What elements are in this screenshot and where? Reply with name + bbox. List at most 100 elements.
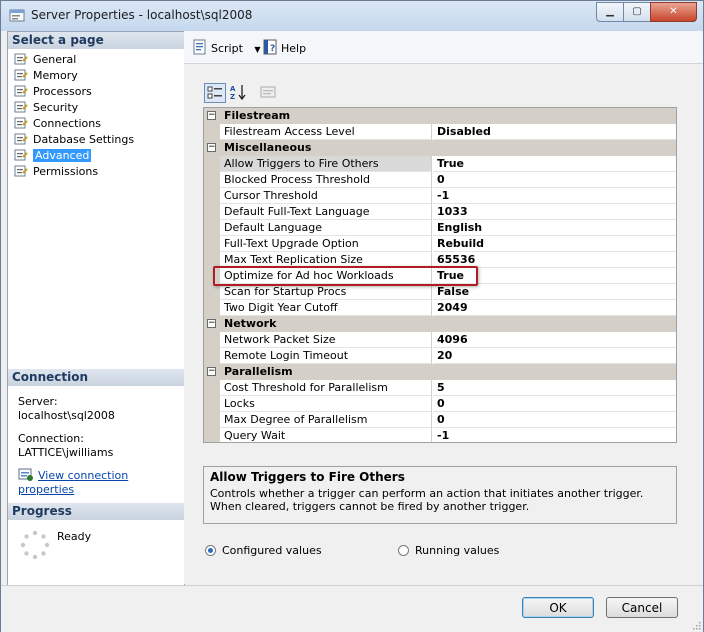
category-label: Filestream: [224, 109, 291, 122]
page-item-connections[interactable]: Connections: [14, 116, 101, 131]
property-value[interactable]: True: [433, 156, 676, 172]
page-item-processors[interactable]: Processors: [14, 84, 92, 99]
property-row[interactable]: Query Wait -1: [204, 428, 676, 442]
property-value[interactable]: Disabled: [433, 124, 676, 140]
close-button[interactable]: ✕: [650, 2, 697, 22]
property-name[interactable]: Max Degree of Parallelism: [220, 412, 432, 428]
page-item-label: General: [33, 53, 77, 66]
category-miscellaneous[interactable]: − Miscellaneous: [204, 140, 676, 156]
property-name[interactable]: Network Packet Size: [220, 332, 432, 348]
page-item-general[interactable]: General: [14, 52, 76, 67]
property-name[interactable]: Locks: [220, 396, 432, 412]
property-name[interactable]: Filestream Access Level: [220, 124, 432, 140]
running-values-radio-dot[interactable]: [398, 545, 409, 556]
property-value[interactable]: 0: [433, 396, 676, 412]
property-name[interactable]: Default Language: [220, 220, 432, 236]
categorized-view-button[interactable]: [204, 83, 226, 103]
property-row[interactable]: Optimize for Ad hoc Workloads True: [204, 268, 676, 284]
ok-button[interactable]: OK: [522, 597, 594, 618]
script-dropdown-chevron-icon[interactable]: ▼: [254, 45, 260, 54]
property-row[interactable]: Max Degree of Parallelism 0: [204, 412, 676, 428]
property-row[interactable]: Remote Login Timeout 20: [204, 348, 676, 364]
property-name[interactable]: Max Text Replication Size: [220, 252, 432, 268]
alphabetical-view-button[interactable]: A Z: [228, 83, 250, 103]
property-value[interactable]: 0: [433, 412, 676, 428]
page-item-database-settings[interactable]: Database Settings: [14, 132, 134, 147]
property-value[interactable]: 20: [433, 348, 676, 364]
property-value[interactable]: 5: [433, 380, 676, 396]
property-page-icon: [14, 85, 28, 97]
view-connection-properties[interactable]: View connection properties: [18, 468, 184, 497]
property-row[interactable]: Cursor Threshold -1: [204, 188, 676, 204]
property-value[interactable]: -1: [433, 188, 676, 204]
page-item-advanced[interactable]: Advanced: [14, 148, 92, 163]
property-row[interactable]: Default Language English: [204, 220, 676, 236]
property-value[interactable]: -1: [433, 428, 676, 442]
property-name[interactable]: Allow Triggers to Fire Others: [220, 156, 432, 172]
page-item-memory[interactable]: Memory: [14, 68, 78, 83]
property-page-icon: [14, 101, 28, 113]
title-bar[interactable]: Server Properties - localhost\sql2008 ▁ …: [1, 1, 703, 31]
property-name[interactable]: Full-Text Upgrade Option: [220, 236, 432, 252]
property-row[interactable]: Locks 0: [204, 396, 676, 412]
help-button[interactable]: ? Help: [262, 39, 306, 55]
property-value[interactable]: 1033: [433, 204, 676, 220]
property-page-icon: [14, 149, 28, 161]
property-pages-icon: [260, 86, 276, 98]
category-network[interactable]: − Network: [204, 316, 676, 332]
property-value[interactable]: 4096: [433, 332, 676, 348]
property-value[interactable]: False: [433, 284, 676, 300]
page-item-permissions[interactable]: Permissions: [14, 164, 98, 179]
property-value[interactable]: Rebuild: [433, 236, 676, 252]
property-row[interactable]: Default Full-Text Language 1033: [204, 204, 676, 220]
property-row[interactable]: Allow Triggers to Fire Others True: [204, 156, 676, 172]
property-row[interactable]: Network Packet Size 4096: [204, 332, 676, 348]
property-row[interactable]: Blocked Process Threshold 0: [204, 172, 676, 188]
property-name[interactable]: Default Full-Text Language: [220, 204, 432, 220]
property-page-icon: [14, 53, 28, 65]
collapse-toggle-icon[interactable]: −: [207, 143, 216, 152]
property-name[interactable]: Cost Threshold for Parallelism: [220, 380, 432, 396]
property-name[interactable]: Cursor Threshold: [220, 188, 432, 204]
property-row[interactable]: Full-Text Upgrade Option Rebuild: [204, 236, 676, 252]
property-value[interactable]: 2049: [433, 300, 676, 316]
property-value[interactable]: True: [433, 268, 676, 284]
property-name[interactable]: Two Digit Year Cutoff: [220, 300, 432, 316]
resize-grip-icon[interactable]: [691, 620, 701, 630]
collapse-toggle-icon[interactable]: −: [207, 319, 216, 328]
view-connection-properties-link[interactable]: View connection properties: [18, 469, 128, 496]
property-row[interactable]: Max Text Replication Size 65536: [204, 252, 676, 268]
configured-values-radio-dot[interactable]: [205, 545, 216, 556]
property-name[interactable]: Remote Login Timeout: [220, 348, 432, 364]
collapse-toggle-icon[interactable]: −: [207, 111, 216, 120]
property-row[interactable]: Scan for Startup Procs False: [204, 284, 676, 300]
category-parallelism[interactable]: − Parallelism: [204, 364, 676, 380]
server-value: localhost\sql2008: [18, 409, 115, 422]
maximize-button[interactable]: ▢: [623, 2, 651, 22]
minimize-button[interactable]: ▁: [596, 2, 624, 22]
category-filestream[interactable]: − Filestream: [204, 108, 676, 124]
property-name[interactable]: Query Wait: [220, 428, 432, 442]
property-name[interactable]: Scan for Startup Procs: [220, 284, 432, 300]
property-row[interactable]: Two Digit Year Cutoff 2049: [204, 300, 676, 316]
window-title: Server Properties - localhost\sql2008: [31, 8, 253, 22]
property-name[interactable]: Optimize for Ad hoc Workloads: [220, 268, 432, 284]
cancel-button[interactable]: Cancel: [606, 597, 678, 618]
progress-spinner-icon: [20, 530, 50, 560]
row-gutter: [204, 348, 220, 364]
page-item-security[interactable]: Security: [14, 100, 78, 115]
running-values-radio[interactable]: Running values: [398, 544, 499, 558]
property-value[interactable]: 0: [433, 172, 676, 188]
page-item-label: Database Settings: [33, 133, 135, 146]
property-pages-button[interactable]: [258, 83, 280, 103]
category-label: Miscellaneous: [224, 141, 312, 154]
page-item-label: Advanced: [33, 149, 92, 162]
property-name[interactable]: Blocked Process Threshold: [220, 172, 432, 188]
property-row[interactable]: Filestream Access Level Disabled: [204, 124, 676, 140]
configured-values-radio[interactable]: Configured values: [205, 544, 322, 558]
collapse-toggle-icon[interactable]: −: [207, 367, 216, 376]
script-button[interactable]: Script ▼: [192, 39, 261, 55]
property-row[interactable]: Cost Threshold for Parallelism 5: [204, 380, 676, 396]
property-value[interactable]: 65536: [433, 252, 676, 268]
property-value[interactable]: English: [433, 220, 676, 236]
